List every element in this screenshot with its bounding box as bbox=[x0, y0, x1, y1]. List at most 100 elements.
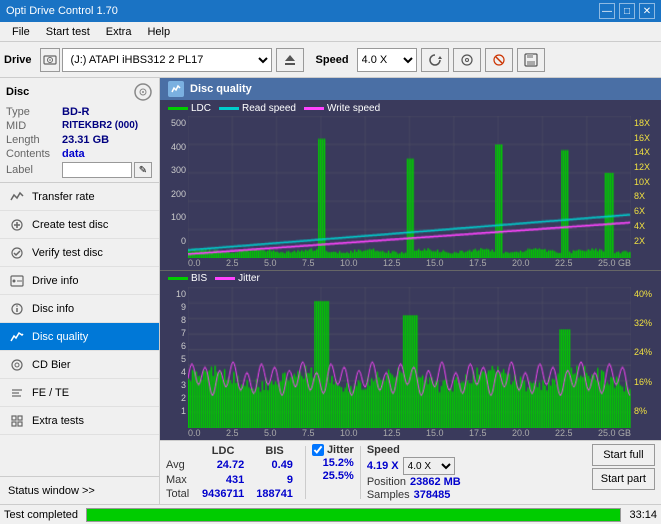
stats-divider-2 bbox=[360, 446, 361, 499]
label-label: Label bbox=[6, 164, 62, 176]
drive-info-icon bbox=[8, 272, 26, 290]
speed-select-stats[interactable]: 4.0 X bbox=[403, 457, 455, 475]
speed-select[interactable]: 4.0 X bbox=[357, 48, 417, 72]
close-button[interactable]: ✕ bbox=[639, 3, 655, 19]
time-display: 33:14 bbox=[629, 509, 657, 521]
max-bis: 9 bbox=[250, 473, 299, 487]
fe-te-icon bbox=[8, 384, 26, 402]
cd-bier-icon bbox=[8, 356, 26, 374]
mid-value: RITEKBR2 (000) bbox=[62, 120, 138, 132]
sidebar-item-disc-info[interactable]: Disc info bbox=[0, 295, 159, 323]
mid-label: MID bbox=[6, 120, 62, 132]
bottom-y-axis-right: 40% 32% 24% 16% 8% bbox=[631, 287, 661, 429]
label-input[interactable] bbox=[62, 162, 132, 178]
speed-position-col: Speed 4.19 X 4.0 X Position 23862 MB Sam… bbox=[367, 444, 461, 501]
y-label-100: 100 bbox=[171, 212, 186, 222]
disc-button[interactable] bbox=[453, 48, 481, 72]
disc-panel: Disc Type BD-R MID RITEKBR2 (000) Length… bbox=[0, 78, 159, 183]
disc-quality-title: Disc quality bbox=[190, 83, 252, 95]
max-ldc: 431 bbox=[196, 473, 250, 487]
minimize-button[interactable]: — bbox=[599, 3, 615, 19]
y-label-0: 0 bbox=[181, 236, 186, 246]
total-bis: 188741 bbox=[250, 487, 299, 501]
statusbar: Test completed 33:14 bbox=[0, 504, 661, 524]
type-value: BD-R bbox=[62, 106, 90, 118]
save-button[interactable] bbox=[517, 48, 545, 72]
drive-select[interactable]: (J:) ATAPI iHBS312 2 PL17 bbox=[62, 48, 272, 72]
menu-file[interactable]: File bbox=[4, 24, 38, 40]
sidebar-item-disc-quality[interactable]: Disc quality bbox=[0, 323, 159, 351]
cd-bier-label: CD Bier bbox=[32, 359, 71, 371]
menu-start-test[interactable]: Start test bbox=[38, 24, 98, 40]
y-right-12x: 12X bbox=[634, 162, 661, 172]
total-ldc: 9436711 bbox=[196, 487, 250, 501]
fe-te-label: FE / TE bbox=[32, 387, 69, 399]
y-label-400: 400 bbox=[171, 142, 186, 152]
max-jitter: 25.5% bbox=[312, 470, 354, 482]
disc-panel-title: Disc bbox=[6, 86, 29, 98]
y-right-8x: 8X bbox=[634, 191, 661, 201]
bottom-chart-legend: BIS Jitter bbox=[160, 271, 661, 287]
top-chart-plot bbox=[188, 116, 631, 258]
extra-tests-label: Extra tests bbox=[32, 415, 84, 427]
ldc-legend-item: LDC bbox=[168, 103, 211, 114]
maximize-button[interactable]: □ bbox=[619, 3, 635, 19]
y-label-200: 200 bbox=[171, 189, 186, 199]
y-right-4x: 4X bbox=[634, 221, 661, 231]
erase-button[interactable] bbox=[485, 48, 513, 72]
transfer-rate-label: Transfer rate bbox=[32, 191, 95, 203]
sidebar-item-fe-te[interactable]: FE / TE bbox=[0, 379, 159, 407]
sidebar: Disc Type BD-R MID RITEKBR2 (000) Length… bbox=[0, 78, 160, 504]
eject-button[interactable] bbox=[276, 48, 304, 72]
refresh-button[interactable] bbox=[421, 48, 449, 72]
max-label: Max bbox=[166, 473, 196, 487]
y-right-18x: 18X bbox=[634, 118, 661, 128]
disc-quality-header-icon bbox=[168, 81, 184, 97]
read-speed-color bbox=[219, 107, 239, 110]
menubar: File Start test Extra Help bbox=[0, 22, 661, 42]
jitter-col: Jitter 15.2% 25.5% bbox=[312, 444, 354, 501]
position-value: 23862 MB bbox=[410, 476, 461, 488]
samples-value: 378485 bbox=[414, 489, 451, 501]
start-full-button[interactable]: Start full bbox=[592, 444, 655, 466]
top-y-axis-right: 18X 16X 14X 12X 10X 8X 6X 4X 2X bbox=[631, 116, 661, 258]
bottom-y-axis-left: 10 9 8 7 6 5 4 3 2 1 bbox=[160, 287, 188, 429]
top-chart-legend: LDC Read speed Write speed bbox=[160, 100, 661, 116]
sidebar-item-create-test-disc[interactable]: Create test disc bbox=[0, 211, 159, 239]
status-window-button[interactable]: Status window >> bbox=[0, 476, 159, 504]
create-test-disc-icon bbox=[8, 216, 26, 234]
bis-legend-item: BIS bbox=[168, 273, 207, 284]
menu-extra[interactable]: Extra bbox=[98, 24, 140, 40]
sidebar-item-drive-info[interactable]: Drive info bbox=[0, 267, 159, 295]
sidebar-item-extra-tests[interactable]: Extra tests bbox=[0, 407, 159, 435]
verify-test-disc-icon bbox=[8, 244, 26, 262]
jitter-checkbox[interactable] bbox=[312, 444, 324, 456]
y-label-300: 300 bbox=[171, 165, 186, 175]
sidebar-item-verify-test-disc[interactable]: Verify test disc bbox=[0, 239, 159, 267]
status-text: Test completed bbox=[4, 509, 78, 521]
speed-label: Speed bbox=[316, 54, 349, 66]
titlebar: Opti Drive Control 1.70 — □ ✕ bbox=[0, 0, 661, 22]
start-part-button[interactable]: Start part bbox=[592, 468, 655, 490]
titlebar-title: Opti Drive Control 1.70 bbox=[6, 5, 118, 17]
drive-label: Drive bbox=[4, 54, 32, 66]
samples-label: Samples bbox=[367, 489, 410, 501]
bottom-x-axis: 0.0 2.5 5.0 7.5 10.0 12.5 15.0 17.5 20.0… bbox=[188, 428, 631, 440]
type-label: Type bbox=[6, 106, 62, 118]
speed-header: Speed bbox=[367, 444, 461, 456]
progress-bar bbox=[87, 509, 620, 521]
disc-quality-header: Disc quality bbox=[160, 78, 661, 100]
sidebar-item-transfer-rate[interactable]: Transfer rate bbox=[0, 183, 159, 211]
menu-help[interactable]: Help bbox=[139, 24, 178, 40]
main-content: Disc Type BD-R MID RITEKBR2 (000) Length… bbox=[0, 78, 661, 504]
y-right-2x: 2X bbox=[634, 236, 661, 246]
stats-table: LDC BIS Avg 24.72 0.49 Max 431 9 Total bbox=[166, 444, 299, 501]
label-edit-button[interactable]: ✎ bbox=[134, 162, 152, 178]
content-area: Disc quality LDC Read speed bbox=[160, 78, 661, 504]
avg-label: Avg bbox=[166, 458, 196, 472]
ldc-legend-label: LDC bbox=[191, 103, 211, 114]
sidebar-item-cd-bier[interactable]: CD Bier bbox=[0, 351, 159, 379]
bottom-chart-plot bbox=[188, 287, 631, 429]
read-speed-legend-label: Read speed bbox=[242, 103, 296, 114]
y-right-14x: 14X bbox=[634, 147, 661, 157]
